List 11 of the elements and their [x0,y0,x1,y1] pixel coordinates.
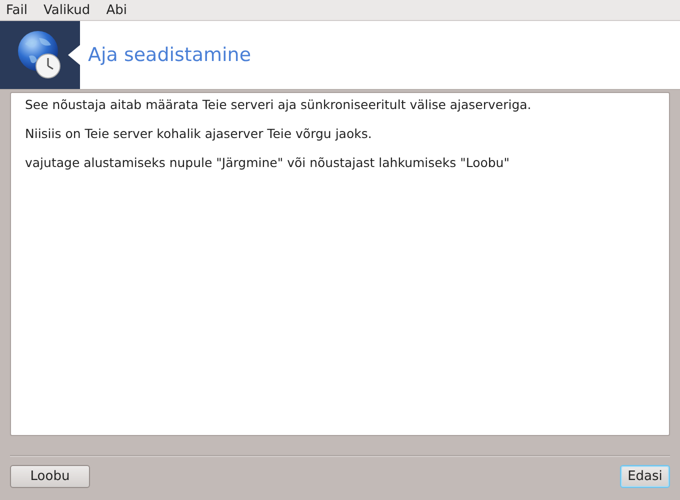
menu-item[interactable]: Fail [6,2,28,18]
next-button[interactable]: Edasi [620,465,670,488]
menu-item[interactable]: Abi [106,2,127,18]
paragraph: See nõustaja aitab määrata Teie serveri aja sünkroniseeritult välise ajaserveriga. [25,97,532,112]
paragraph: vajutage alustamiseks nupule "Järgmine" või nõustajast lahkumiseks "Loobu" [25,155,510,170]
menu-item[interactable]: Valikud [43,2,90,18]
globe-clock-icon [17,30,63,80]
paragraph: Niisiis on Teie server kohalik ajaserver Teie võrgu jaoks. [25,126,373,141]
cancel-button[interactable]: Loobu [10,465,90,488]
page-title: Aja seadistamine [88,44,252,66]
pointer-notch-icon [68,45,80,65]
